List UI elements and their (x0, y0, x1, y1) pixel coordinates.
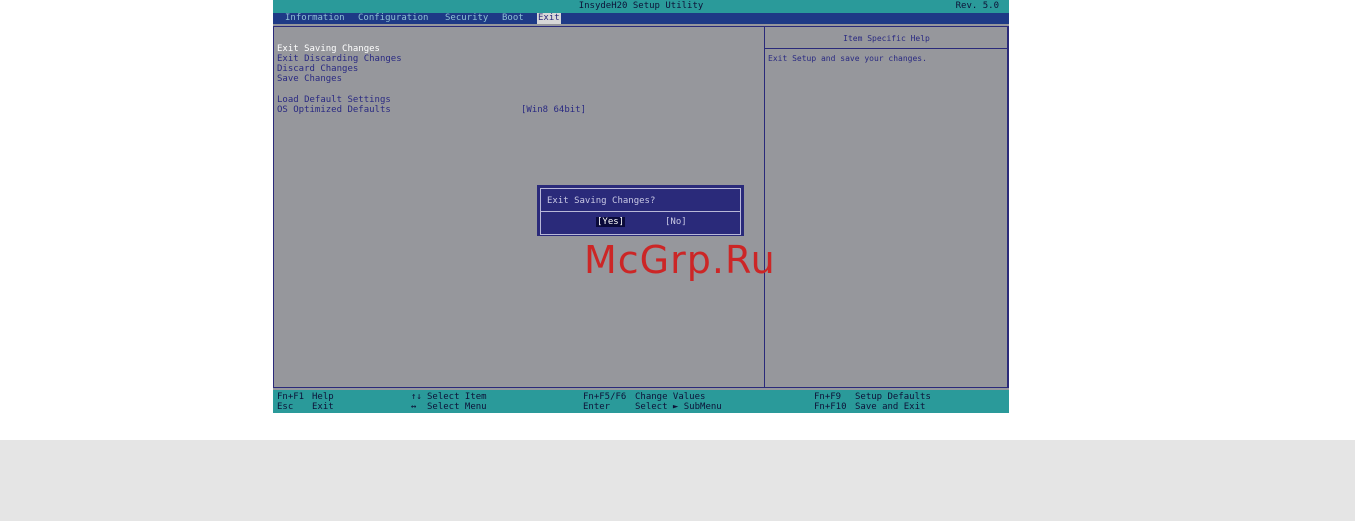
app-title: InsydeH20 Setup Utility (578, 1, 704, 11)
hint-action: Save and Exit (855, 402, 926, 412)
help-header-rule (765, 48, 1008, 49)
hint-key: Esc (277, 402, 294, 412)
tab-boot[interactable]: Boot (501, 13, 525, 24)
bottom-band (0, 440, 1355, 521)
hint-action: Select Item (427, 392, 487, 402)
hint-key: Enter (583, 402, 611, 412)
bios-setup-screen: InsydeH20 Setup Utility Rev. 5.0 Informa… (273, 0, 1009, 413)
hint-action: Change Values (635, 392, 706, 402)
watermark-text: McGrp.Ru (584, 238, 776, 282)
yes-button[interactable]: [Yes] (596, 217, 626, 227)
hint-key: Fn+F9 (814, 392, 842, 402)
menu-bar: Information Configuration Security Boot … (273, 13, 1009, 24)
panel-divider (764, 26, 765, 388)
hint-change-values: Fn+F5/F6 Change Values (583, 392, 705, 402)
hint-key: ↔ (411, 402, 417, 412)
tab-configuration[interactable]: Configuration (357, 13, 429, 24)
hint-action: Setup Defaults (855, 392, 931, 402)
revision-label: Rev. 5.0 (955, 1, 999, 11)
hint-help: Fn+F1 Help (277, 392, 334, 402)
hint-select-submenu: Enter Select ► SubMenu (583, 402, 722, 412)
tab-information[interactable]: Information (284, 13, 346, 24)
no-button[interactable]: [No] (665, 217, 687, 227)
os-optimized-value[interactable]: [Win8 64bit] (521, 105, 586, 115)
hint-action: Select Menu (427, 402, 487, 412)
hint-setup-defaults: Fn+F9 Setup Defaults (814, 392, 931, 402)
menu-item-discard-changes[interactable]: Discard Changes (277, 64, 358, 74)
dialog-title: Exit Saving Changes? (547, 196, 656, 206)
hint-action: Select ► SubMenu (635, 402, 722, 412)
hint-key: ↑↓ (411, 392, 422, 402)
dialog-border: Exit Saving Changes? [Yes] [No] (540, 188, 741, 235)
hint-key: Fn+F10 (814, 402, 847, 412)
hint-action: Help (312, 392, 334, 402)
menu-item-exit-saving-changes[interactable]: Exit Saving Changes (277, 44, 380, 54)
hint-save-and-exit: Fn+F10 Save and Exit (814, 402, 925, 412)
dialog-divider (541, 211, 740, 212)
menu-item-exit-discarding-changes[interactable]: Exit Discarding Changes (277, 54, 402, 64)
tab-exit[interactable]: Exit (537, 13, 561, 24)
hint-key: Fn+F1 (277, 392, 305, 402)
status-bar: Fn+F1 Help Esc Exit ↑↓ Select Item ↔ Select … (273, 390, 1009, 413)
help-text: Exit Setup and save your changes. (768, 54, 927, 63)
menu-item-load-default-settings[interactable]: Load Default Settings (277, 95, 391, 105)
tab-security[interactable]: Security (444, 13, 489, 24)
hint-select-menu: ↔ Select Menu (411, 402, 487, 412)
hint-select-item: ↑↓ Select Item (411, 392, 487, 402)
menu-item-save-changes[interactable]: Save Changes (277, 74, 342, 84)
title-bar: InsydeH20 Setup Utility Rev. 5.0 (273, 0, 1009, 13)
hint-exit: Esc Exit (277, 402, 334, 412)
help-title: Item Specific Help (843, 34, 930, 43)
confirm-dialog: Exit Saving Changes? [Yes] [No] (537, 185, 744, 236)
hint-key: Fn+F5/F6 (583, 392, 627, 402)
hint-action: Exit (312, 402, 334, 412)
menu-item-os-optimized-defaults[interactable]: OS Optimized Defaults (277, 105, 391, 115)
